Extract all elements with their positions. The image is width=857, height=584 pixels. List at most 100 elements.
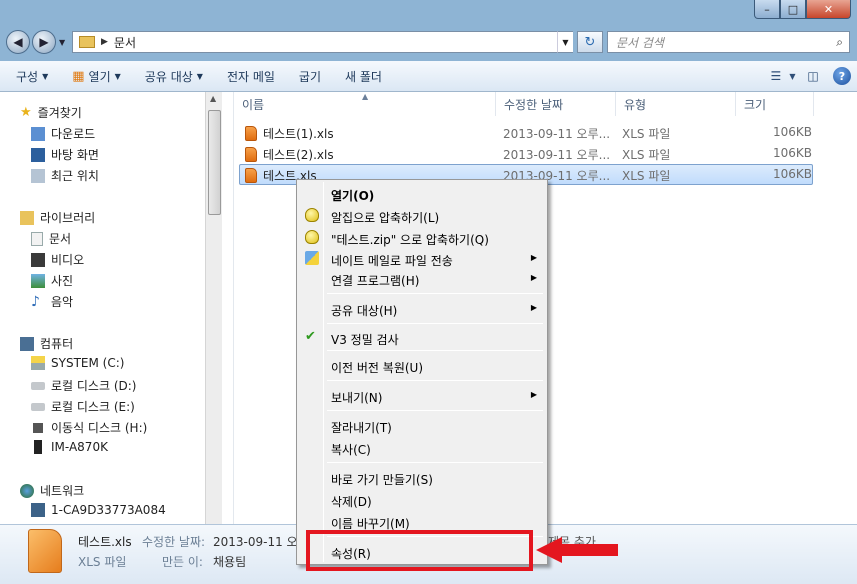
file-row[interactable]: 테스트(2).xls 2013-09-11 오루... XLS 파일 106KB	[239, 143, 813, 164]
recent-pages-chevron-icon[interactable]: ▼	[59, 38, 65, 47]
nav-network-pc[interactable]: 1-CA9D33773A084	[31, 503, 166, 517]
breadcrumb-documents[interactable]: 문서	[114, 34, 136, 51]
caption-buttons: – □ ✕	[754, 0, 851, 19]
nav-documents[interactable]: 문서	[31, 230, 71, 247]
submenu-arrow-icon: ▶	[530, 273, 537, 282]
preview-pane-button[interactable]: ◫	[803, 66, 823, 86]
forward-button[interactable]: ▶	[32, 30, 56, 54]
menu-item-cut[interactable]: 잘라내기(T)	[299, 415, 545, 436]
menu-item-delete[interactable]: 삭제(D)	[299, 489, 545, 510]
menu-item-send-to[interactable]: 보내기(N) ▶	[299, 385, 545, 406]
scrollbar-thumb[interactable]	[208, 110, 221, 215]
menu-item-rename[interactable]: 이름 바꾸기(M)	[299, 511, 545, 532]
nav-drive-h[interactable]: 이동식 디스크 (H:)	[31, 419, 147, 436]
scroll-up-icon[interactable]: ▲	[210, 94, 216, 103]
open-button[interactable]: ▦ 열기 ▼	[60, 68, 133, 85]
new-folder-button[interactable]: 새 폴더	[333, 68, 394, 85]
nav-pictures[interactable]: 사진	[31, 272, 73, 289]
nav-label: 사진	[51, 274, 74, 288]
nav-drive-d[interactable]: 로컬 디스크 (D:)	[31, 377, 136, 394]
nav-downloads[interactable]: 다운로드	[31, 125, 95, 142]
nav-videos[interactable]: 비디오	[31, 251, 84, 268]
nav-drive-e[interactable]: 로컬 디스크 (E:)	[31, 398, 135, 415]
nav-libraries[interactable]: 라이브러리	[20, 209, 95, 226]
organize-button[interactable]: 구성 ▼	[0, 68, 60, 85]
column-header-size[interactable]: 크기	[736, 92, 814, 116]
details-filename: 테스트.xls	[78, 535, 132, 549]
search-icon[interactable]: ⌕	[836, 35, 843, 50]
menu-separator	[327, 462, 543, 463]
column-header-modified[interactable]: 수정한 날짜	[496, 92, 616, 116]
computer-icon	[20, 336, 34, 351]
menu-item-share-with[interactable]: 공유 대상(H) ▶	[299, 298, 545, 319]
xls-file-icon	[245, 126, 257, 141]
help-icon[interactable]: ?	[833, 67, 851, 85]
close-button[interactable]: ✕	[806, 0, 851, 19]
column-label: 유형	[624, 97, 647, 112]
menu-item-open[interactable]: 열기(O)	[299, 183, 545, 204]
search-input[interactable]: 문서 검색 ⌕	[607, 31, 850, 53]
alzip-icon	[305, 208, 319, 222]
address-dropdown-icon[interactable]: ▼	[557, 31, 573, 53]
file-modified: 2013-09-11 오루...	[503, 127, 611, 141]
share-with-button[interactable]: 공유 대상 ▼	[133, 68, 215, 85]
pane-splitter[interactable]	[222, 92, 234, 524]
menu-label: 열기(O)	[331, 189, 375, 203]
nav-favorites[interactable]: ★ 즐겨찾기	[20, 104, 82, 121]
open-grid-icon: ▦	[72, 68, 85, 84]
music-note-icon: ♪	[31, 293, 40, 310]
email-button[interactable]: 전자 메일	[215, 68, 287, 85]
column-label: 수정한 날짜	[504, 97, 564, 112]
nav-scrollbar[interactable]: ▲	[205, 92, 222, 524]
v3-antivirus-icon: ✔	[305, 329, 316, 344]
file-name: 테스트(2).xls	[263, 148, 334, 162]
refresh-button[interactable]: ↻	[577, 31, 603, 53]
nav-label: 로컬 디스크 (D:)	[51, 379, 137, 393]
refresh-icon: ↻	[584, 34, 596, 50]
menu-label: 연결 프로그램(H)	[331, 274, 420, 288]
xls-file-large-icon	[28, 529, 62, 573]
menu-item-restore-versions[interactable]: 이전 버전 복원(U)	[299, 355, 545, 376]
share-label: 공유 대상	[144, 69, 193, 84]
organize-label: 구성	[16, 69, 39, 84]
menu-label: V3 정밀 검사	[331, 333, 399, 347]
menu-item-v3-scan[interactable]: ✔ V3 정밀 검사	[299, 327, 545, 348]
column-header-type[interactable]: 유형	[616, 92, 736, 116]
nav-label: 음악	[51, 295, 74, 309]
file-row[interactable]: 테스트(1).xls 2013-09-11 오루... XLS 파일 106KB	[239, 122, 813, 143]
menu-item-create-shortcut[interactable]: 바로 가기 만들기(S)	[299, 467, 545, 488]
back-button[interactable]: ◀	[6, 30, 30, 54]
alzip-icon	[305, 230, 319, 244]
menu-item-copy[interactable]: 복사(C)	[299, 437, 545, 458]
nav-recent[interactable]: 최근 위치	[31, 167, 99, 184]
nav-computer[interactable]: 컴퓨터	[20, 335, 73, 352]
address-bar[interactable]: ▶ 문서	[72, 31, 572, 53]
file-type: XLS 파일	[622, 127, 671, 141]
nav-device[interactable]: IM-A870K	[31, 440, 108, 454]
submenu-arrow-icon: ▶	[530, 253, 537, 262]
nav-label: SYSTEM (C:)	[51, 356, 125, 370]
menu-item-zip-compress[interactable]: "테스트.zip" 으로 압축하기(Q)	[299, 227, 545, 248]
nav-label: 로컬 디스크 (E:)	[51, 400, 135, 414]
nav-label: IM-A870K	[51, 440, 108, 454]
nav-desktop[interactable]: 바탕 화면	[31, 146, 99, 163]
nav-music[interactable]: ♪ 음악	[31, 293, 73, 310]
minimize-button[interactable]: –	[754, 0, 780, 19]
submenu-arrow-icon: ▶	[530, 303, 537, 312]
burn-button[interactable]: 굽기	[287, 68, 333, 85]
nav-network[interactable]: 네트워크	[20, 482, 84, 499]
menu-item-nate-mail[interactable]: 네이트 메일로 파일 전송 ▶	[299, 248, 545, 269]
breadcrumb-chevron-icon[interactable]: ▶	[101, 37, 108, 47]
menu-item-alzip-compress[interactable]: 알집으로 압축하기(L)	[299, 205, 545, 226]
menu-item-open-with[interactable]: 연결 프로그램(H) ▶	[299, 268, 545, 289]
nav-drive-c[interactable]: SYSTEM (C:)	[31, 356, 124, 370]
libraries-icon	[20, 210, 34, 225]
menu-label: "테스트.zip" 으로 압축하기(Q)	[331, 233, 489, 247]
menu-label: 바로 가기 만들기(S)	[331, 473, 433, 487]
downloads-folder-icon	[31, 126, 45, 141]
maximize-button[interactable]: □	[780, 0, 806, 19]
chevron-down-icon: ▼	[789, 71, 796, 81]
menu-label: 공유 대상(H)	[331, 304, 398, 318]
context-menu: 열기(O) 알집으로 압축하기(L) "테스트.zip" 으로 압축하기(Q) …	[296, 179, 548, 565]
view-options-button[interactable]: ☰ ▼	[771, 66, 796, 86]
